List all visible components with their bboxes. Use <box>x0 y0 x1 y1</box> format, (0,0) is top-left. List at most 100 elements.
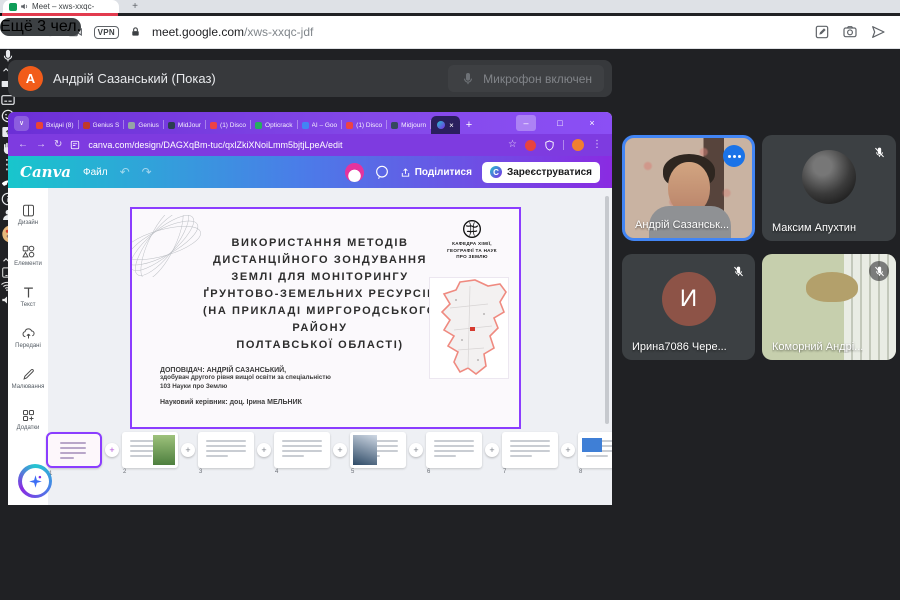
sidebar-item-draw[interactable]: Малювання <box>9 360 47 396</box>
thumbnail-content <box>434 440 474 442</box>
edit-page-icon[interactable] <box>814 24 830 40</box>
thumbnail-content <box>206 445 246 447</box>
tab-favicon <box>128 122 135 129</box>
add-page-button[interactable]: + <box>485 443 499 457</box>
presenter-banner: А Андрій Сазанський (Показ) Микрофон вкл… <box>8 60 612 97</box>
shared-tab[interactable]: Genius <box>124 116 163 134</box>
canva-assistant-button[interactable] <box>18 464 52 498</box>
send-icon[interactable] <box>870 24 886 40</box>
apps-icon <box>21 408 36 423</box>
mic-on-toast: Микрофон включен <box>448 65 604 92</box>
tab-favicon <box>391 122 398 129</box>
shared-new-tab-button[interactable]: + <box>466 119 472 131</box>
page-number: 8 <box>579 469 582 475</box>
canva-logo[interactable]: Canva <box>20 163 71 181</box>
sidebar-item-design[interactable]: Дизайн <box>9 196 47 232</box>
add-page-button[interactable]: + <box>181 443 195 457</box>
thumbnail-content <box>510 450 550 452</box>
meet-favicon <box>9 3 17 11</box>
user-avatar[interactable] <box>345 163 364 182</box>
page-number: 6 <box>427 469 430 475</box>
thumbnail-content <box>586 455 608 457</box>
lock-icon[interactable] <box>130 26 141 38</box>
shared-tab[interactable]: AI – Goo <box>298 116 342 134</box>
comments-icon[interactable] <box>374 164 390 180</box>
site-info-icon[interactable] <box>70 140 80 150</box>
participant-tile-sazanskyi[interactable]: Андрій Сазанськ... <box>622 135 755 241</box>
undo-icon[interactable]: ↶ <box>120 165 130 179</box>
shared-url-field[interactable]: canva.com/design/DAGXqBm-tuc/qxlZkiXNoiL… <box>88 140 500 150</box>
advisor-line: Науковий керівник: доц. Ірина МЕЛЬНИК <box>160 399 331 406</box>
participant-tile-apukhtin[interactable]: Максим Апухтин <box>762 135 896 241</box>
participant-tile-overflow[interactable]: Ещё 3 чел. <box>0 18 81 36</box>
overflow-label: Ещё 3 чел. <box>0 18 81 35</box>
add-page-button[interactable]: + <box>409 443 423 457</box>
shared-tab[interactable]: Midjourn <box>387 116 430 134</box>
sidebar-item-text[interactable]: Текст <box>9 278 47 314</box>
screenshot-icon[interactable] <box>842 24 858 40</box>
thumbnail-content <box>130 455 152 457</box>
slide-thumbnail[interactable]: 8 <box>578 432 612 468</box>
close-tab-icon[interactable]: × <box>449 121 454 130</box>
shield-extension-icon[interactable] <box>544 140 555 151</box>
thumbnail-content <box>130 450 170 452</box>
minimize-button[interactable]: – <box>516 115 536 131</box>
sidebar-item-elements[interactable]: Елементи <box>9 237 47 273</box>
slide-thumbnail[interactable]: 1 <box>46 432 102 468</box>
vertical-scrollbar[interactable] <box>605 196 609 424</box>
shared-tab[interactable]: (1) Disco <box>342 116 386 134</box>
shared-tab-strip: ∨ Вхідні (8)Genius SGeniusMidJour(1) Dis… <box>8 112 612 134</box>
shared-tab[interactable]: Вхідні (8) <box>32 116 78 134</box>
presenter-avatar: А <box>18 66 43 91</box>
browser-menu-icon[interactable]: ⋮ <box>592 140 602 150</box>
slide-thumbnail[interactable]: 5 <box>350 432 406 468</box>
browser-tab-meet[interactable]: Meet – xws-xxqc- <box>3 0 119 13</box>
participant-tile-komornyi[interactable]: Коморний Андрі... <box>762 254 896 360</box>
close-window-button[interactable]: × <box>582 115 602 131</box>
design-icon <box>21 203 36 218</box>
redo-icon[interactable]: ↷ <box>142 165 152 179</box>
add-page-button[interactable]: + <box>333 443 347 457</box>
participant-tile-iryna[interactable]: И Ирина7086 Чере... <box>622 254 755 360</box>
slide-thumbnail[interactable]: 3 <box>198 432 254 468</box>
slide-thumbnail[interactable]: 7 <box>502 432 558 468</box>
tab-favicon <box>36 122 43 129</box>
add-page-button[interactable]: + <box>105 443 119 457</box>
page-number: 7 <box>503 469 506 475</box>
signup-button[interactable]: C Зареєструватися <box>482 162 600 183</box>
bookmark-star-icon[interactable]: ☆ <box>508 140 517 150</box>
uploads-icon <box>21 326 36 341</box>
shared-tab-canva-active[interactable]: × <box>431 116 460 134</box>
adblock-extension-icon[interactable] <box>525 140 536 151</box>
tab-favicon <box>255 122 262 129</box>
shared-back-icon[interactable]: ← <box>18 140 28 150</box>
shared-forward-icon[interactable]: → <box>36 140 46 150</box>
video-detail <box>811 280 853 330</box>
shared-tab[interactable]: MidJour <box>164 116 205 134</box>
shared-reload-icon[interactable]: ↻ <box>54 140 62 150</box>
shared-tab[interactable]: (1) Disco <box>206 116 250 134</box>
slide-thumbnail[interactable]: 2 <box>122 432 178 468</box>
file-menu[interactable]: Файл <box>83 167 108 178</box>
shared-tab[interactable]: Opticrack <box>251 116 296 134</box>
page-number: 3 <box>199 469 202 475</box>
add-page-button[interactable]: + <box>257 443 271 457</box>
tab-search-icon[interactable]: ∨ <box>14 116 29 131</box>
profile-avatar-icon[interactable] <box>572 139 584 151</box>
tab-favicon <box>210 122 217 129</box>
slide-thumbnail[interactable]: 4 <box>274 432 330 468</box>
tile-options-button[interactable] <box>723 145 745 167</box>
shared-tab[interactable]: Genius S <box>79 116 124 134</box>
url-field[interactable]: meet.google.com/xws-xxqc-jdf <box>152 25 313 39</box>
slide-thumbnail[interactable]: 6 <box>426 432 482 468</box>
new-tab-button[interactable]: + <box>128 0 142 13</box>
share-button[interactable]: Поділитися <box>400 167 472 178</box>
thumbnail-content <box>434 455 456 457</box>
add-page-button[interactable]: + <box>561 443 575 457</box>
avatar-photo <box>802 150 856 204</box>
slide-canvas[interactable]: ВИКОРИСТАННЯ МЕТОДІВ ДИСТАНЦІЙНОГО ЗОНДУ… <box>130 207 521 429</box>
vpn-badge[interactable]: VPN <box>94 26 119 39</box>
tab-favicon <box>83 122 90 129</box>
maximize-button[interactable]: □ <box>550 115 570 131</box>
sidebar-item-uploads[interactable]: Передані <box>9 319 47 355</box>
